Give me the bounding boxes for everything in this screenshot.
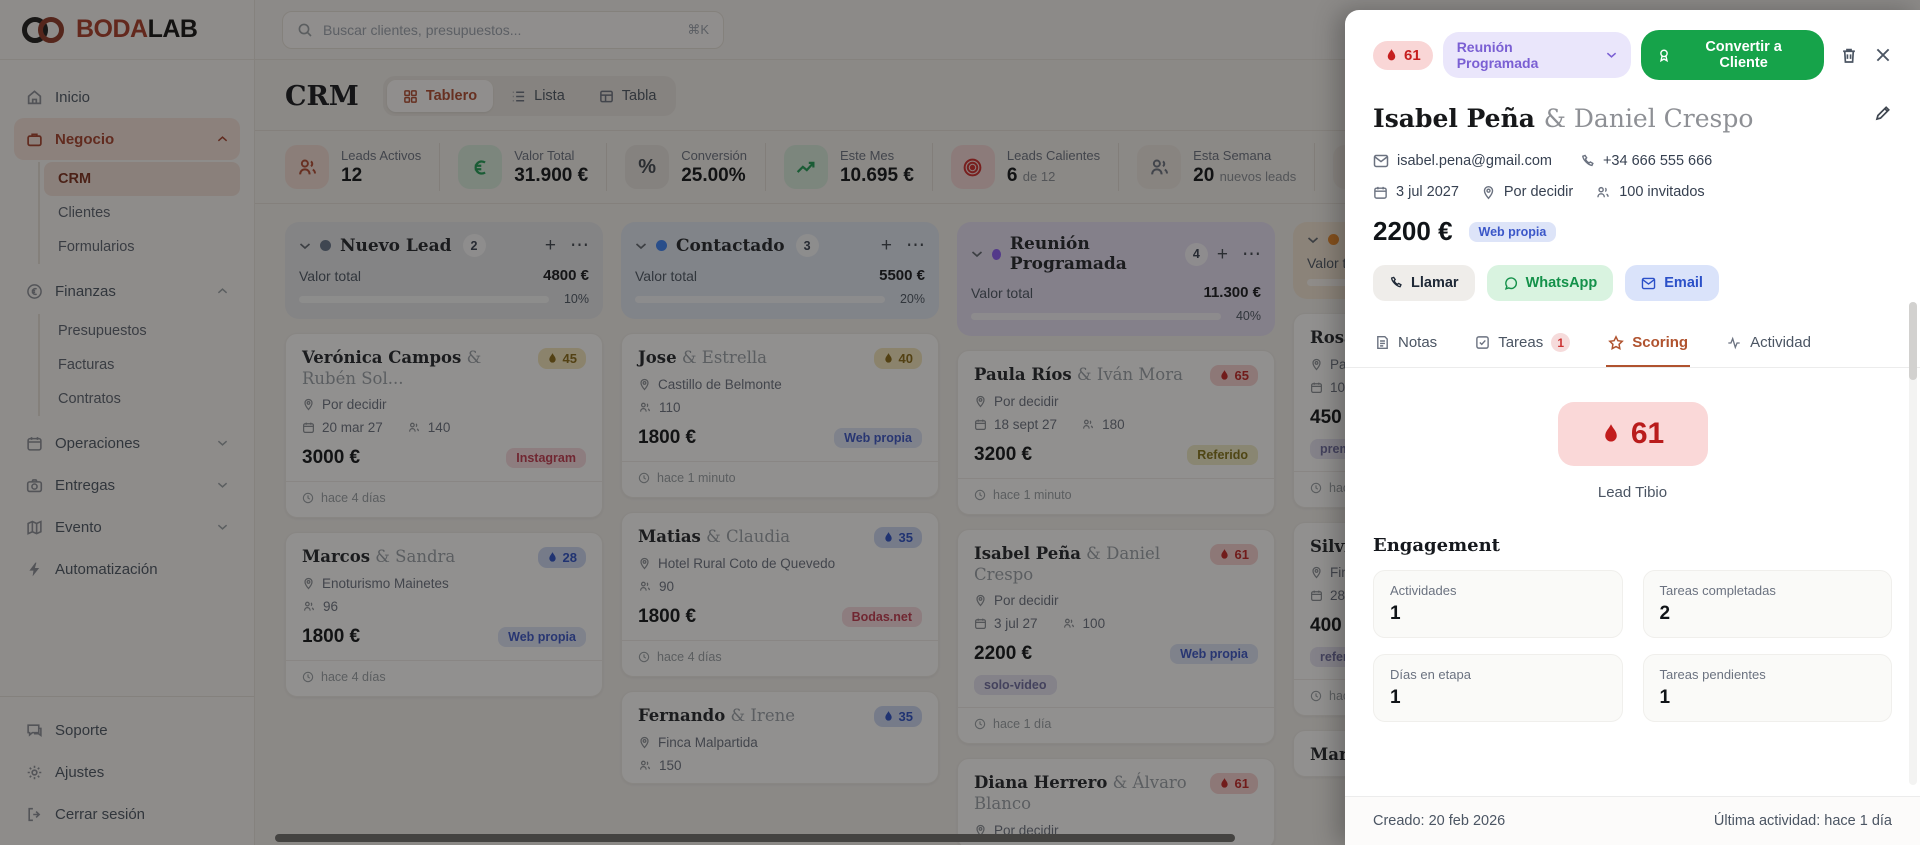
- engagement-stat: Tareas pendientes 1: [1643, 654, 1893, 722]
- quick-actions: Llamar WhatsApp Email: [1373, 265, 1892, 301]
- stat-value: 1: [1660, 687, 1876, 709]
- engagement-stat: Días en etapa 1: [1373, 654, 1623, 722]
- stat-label: Actividades: [1390, 583, 1606, 598]
- phone-icon: [1580, 154, 1595, 169]
- engagement-title: Engagement: [1373, 535, 1892, 556]
- delete-button[interactable]: [1840, 46, 1858, 65]
- convert-to-client-button[interactable]: Convertir a Cliente: [1641, 30, 1824, 80]
- lead-price: 2200 €: [1373, 216, 1453, 247]
- engagement-stat: Actividades 1: [1373, 570, 1623, 638]
- score-level: Lead Tibio: [1373, 484, 1892, 501]
- pin-icon: [1481, 185, 1496, 200]
- call-button[interactable]: Llamar: [1373, 265, 1475, 301]
- event-row: 3 jul 2027 Por decidir 100 invitados: [1373, 184, 1892, 200]
- score-display: 61: [1558, 402, 1708, 466]
- event-guests: 100 invitados: [1595, 184, 1704, 200]
- stage-select[interactable]: Reunión Programada: [1443, 32, 1632, 78]
- lead-phone[interactable]: +34 666 555 666: [1580, 153, 1712, 169]
- lead-email[interactable]: isabel.pena@gmail.com: [1373, 153, 1552, 169]
- activity-icon: [1726, 336, 1742, 350]
- lead-score-badge: 61: [1373, 41, 1433, 70]
- last-activity: Última actividad: hace 1 día: [1714, 813, 1892, 829]
- phone-icon: [1389, 276, 1403, 290]
- panel-footer: Creado: 20 feb 2026 Última actividad: ha…: [1345, 796, 1920, 845]
- star-icon: [1608, 335, 1624, 351]
- stat-value: 1: [1390, 603, 1606, 625]
- chevron-down-icon: [1606, 51, 1617, 59]
- tab-actividad[interactable]: Actividad: [1724, 321, 1813, 367]
- tab-tareas[interactable]: Tareas1: [1473, 321, 1572, 367]
- panel-scrollbar[interactable]: [1909, 302, 1917, 785]
- task-icon: [1475, 335, 1490, 350]
- people-icon: [1595, 185, 1611, 200]
- stat-value: 2: [1660, 603, 1876, 625]
- stat-label: Tareas completadas: [1660, 583, 1876, 598]
- created-date: Creado: 20 feb 2026: [1373, 813, 1505, 829]
- stat-label: Tareas pendientes: [1660, 667, 1876, 682]
- source-tag: Web propia: [1469, 222, 1557, 242]
- tab-scoring[interactable]: Scoring: [1606, 321, 1690, 367]
- calendar-icon: [1373, 185, 1388, 200]
- mail-icon: [1641, 277, 1656, 290]
- contact-row: isabel.pena@gmail.com +34 666 555 666: [1373, 153, 1892, 169]
- stat-label: Días en etapa: [1390, 667, 1606, 682]
- event-date: 3 jul 2027: [1373, 184, 1459, 200]
- tab-notas[interactable]: Notas: [1373, 321, 1439, 367]
- panel-tabs: Notas Tareas1 Scoring Actividad: [1345, 321, 1920, 368]
- mail-icon: [1373, 154, 1389, 168]
- tab-badge: 1: [1551, 333, 1570, 352]
- flame-icon: [1385, 48, 1398, 63]
- stat-value: 1: [1390, 687, 1606, 709]
- score-value: 61: [1631, 417, 1664, 451]
- panel-header: 61 Reunión Programada Convertir a Client…: [1373, 30, 1892, 80]
- note-icon: [1375, 335, 1390, 350]
- close-icon[interactable]: [1874, 46, 1892, 64]
- lead-detail-panel: 61 Reunión Programada Convertir a Client…: [1345, 10, 1920, 845]
- event-location: Por decidir: [1481, 184, 1573, 200]
- whatsapp-button[interactable]: WhatsApp: [1487, 265, 1614, 301]
- scrollbar-thumb[interactable]: [1909, 302, 1917, 380]
- email-button[interactable]: Email: [1625, 265, 1719, 301]
- flame-icon: [1601, 422, 1621, 446]
- lead-title: Isabel Peña & Daniel Crespo: [1373, 104, 1753, 133]
- medal-icon: [1657, 48, 1671, 63]
- engagement-stat: Tareas completadas 2: [1643, 570, 1893, 638]
- whatsapp-icon: [1503, 276, 1518, 291]
- engagement-grid: Actividades 1 Tareas completadas 2 Días …: [1373, 570, 1892, 722]
- edit-pencil-icon[interactable]: [1874, 104, 1892, 122]
